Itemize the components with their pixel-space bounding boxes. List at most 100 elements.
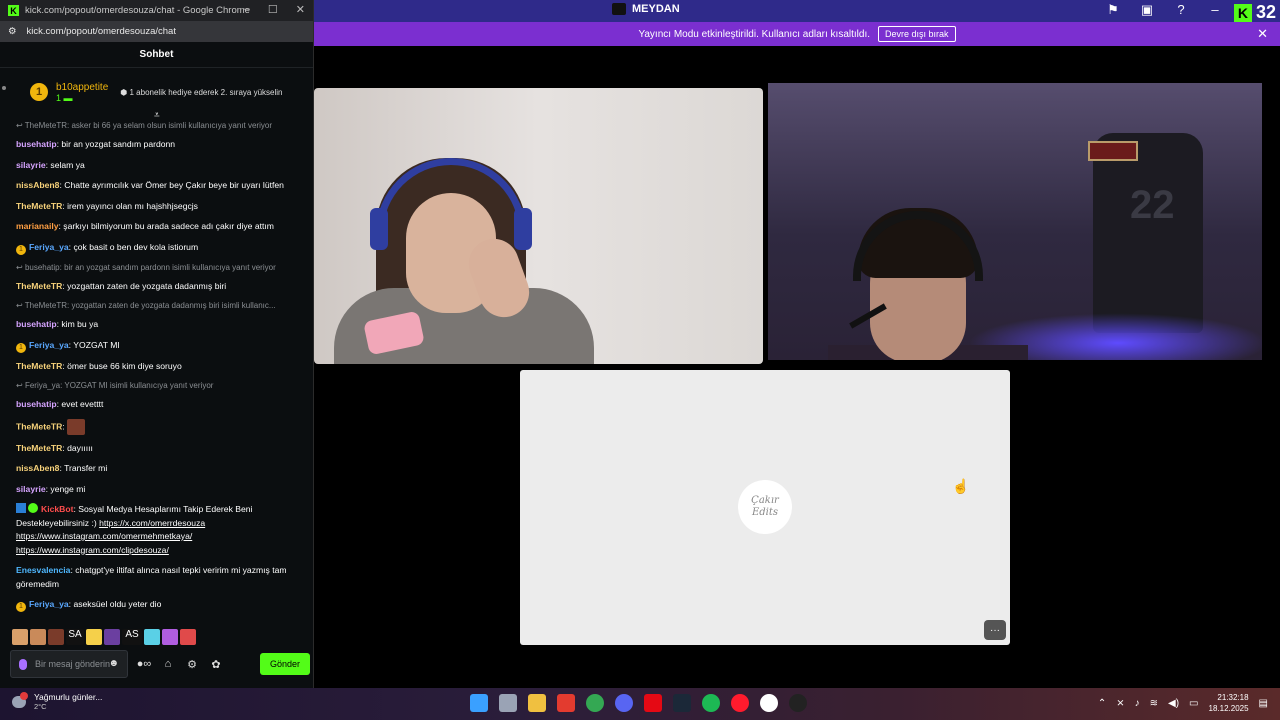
chat-input[interactable]: Bir mesaj gönderin ☻ bbox=[10, 650, 128, 678]
emote-icon[interactable] bbox=[12, 629, 28, 645]
network-off-icon[interactable]: ⨯ bbox=[1116, 698, 1124, 709]
headset-band bbox=[853, 211, 983, 281]
picture-in-picture-icon[interactable]: ▣ bbox=[1138, 2, 1156, 18]
chat-message: silayrie: yenge mi bbox=[16, 483, 86, 494]
site-settings-icon[interactable]: ⚙ bbox=[8, 26, 17, 37]
chat-message: busehatip: evet evetttt bbox=[16, 399, 104, 409]
chat-username[interactable]: busehatip bbox=[16, 319, 57, 329]
dot-icon bbox=[2, 86, 6, 90]
instagram-clip-link[interactable]: https://www.instagram.com/clipdesouza/ bbox=[16, 545, 169, 555]
chat-username[interactable]: TheMeteTR bbox=[16, 361, 62, 371]
opera-icon[interactable] bbox=[731, 694, 749, 712]
minimize-icon[interactable]: – bbox=[1206, 2, 1224, 18]
mic-icon[interactable]: ♪ bbox=[1135, 698, 1140, 709]
start-icon[interactable] bbox=[470, 694, 488, 712]
emote-icon[interactable] bbox=[104, 629, 120, 645]
chat-message: TheMeteTR: yozgattan zaten de yozgata da… bbox=[16, 280, 227, 291]
emote-icon[interactable] bbox=[30, 629, 46, 645]
chat-username[interactable]: silayrie bbox=[16, 160, 46, 170]
chevron-up-icon[interactable]: ⌃ bbox=[1098, 698, 1106, 709]
spotify-icon[interactable] bbox=[702, 694, 720, 712]
maximize-icon[interactable]: ☐ bbox=[268, 3, 278, 16]
chat-username[interactable]: Feriya_ya bbox=[29, 242, 69, 252]
emote-icon[interactable]: AS bbox=[122, 629, 142, 645]
store-icon[interactable]: ⌂ bbox=[160, 658, 176, 670]
notification-icon[interactable]: ▤ bbox=[1259, 698, 1268, 709]
chat-username[interactable]: Enesvalencia bbox=[16, 565, 70, 575]
battery-icon[interactable]: ▭ bbox=[1189, 698, 1198, 709]
gift-goal[interactable]: ⬢ 1 abonelik hediye ederek 2. sıraya yük… bbox=[120, 88, 282, 97]
reply-context: ↩ busehatip: bir an yozgat sandım pardon… bbox=[0, 262, 314, 273]
emote-icon[interactable] bbox=[86, 629, 102, 645]
yandex-icon[interactable] bbox=[760, 694, 778, 712]
weather-widget[interactable]: Yağmurlu günler... 2°C bbox=[12, 691, 102, 711]
address-bar[interactable]: ⚙ kick.com/popout/omerdesouza/chat bbox=[0, 21, 313, 42]
chat-message: busehatip: bir an yozgat sandım pardonn bbox=[16, 139, 176, 149]
jersey-number: 22 bbox=[1130, 183, 1175, 227]
clock[interactable]: 21:32:18 18.12.2025 bbox=[1209, 692, 1249, 714]
reply-icon: ↩ bbox=[16, 301, 25, 310]
gear-icon[interactable]: ⚙ bbox=[184, 658, 200, 671]
chat-username[interactable]: TheMeteTR bbox=[16, 281, 62, 291]
chat-message: 1 Feriya_ya: aseksüel oldu yeter dio bbox=[0, 598, 314, 612]
mic-icon[interactable] bbox=[19, 658, 27, 670]
chat-message: TheMeteTR: irem yayıncı olan mı hajshhjs… bbox=[16, 200, 198, 211]
weather-temp: 2°C bbox=[34, 702, 47, 711]
chat-username[interactable]: silayrie bbox=[16, 484, 46, 494]
netflix-icon[interactable] bbox=[644, 694, 662, 712]
chat-username[interactable]: Feriya_ya bbox=[29, 599, 69, 609]
chat-text: aseksüel oldu yeter dio bbox=[73, 599, 162, 609]
chat-username[interactable]: KickBot bbox=[41, 504, 73, 514]
chat-username[interactable]: TheMeteTR bbox=[16, 201, 62, 211]
chat-username[interactable]: busehatip bbox=[16, 399, 57, 409]
disable-streamer-mode-button[interactable]: Devre dışı bırak bbox=[878, 26, 956, 42]
task-view-icon[interactable] bbox=[499, 694, 517, 712]
app-icon[interactable] bbox=[789, 694, 807, 712]
chrome-icon[interactable] bbox=[586, 694, 604, 712]
emote-icon[interactable] bbox=[48, 629, 64, 645]
chat-username[interactable]: Feriya_ya bbox=[29, 340, 69, 350]
chat-text: kim bu ya bbox=[61, 319, 99, 329]
window-title: kick.com/popout/omerdesouza/chat - Googl… bbox=[25, 5, 250, 16]
chat-username[interactable]: nissAben8 bbox=[16, 180, 59, 190]
emote-icon[interactable]: SA bbox=[66, 629, 84, 645]
glasses-icon[interactable]: ●∞ bbox=[136, 658, 152, 670]
chat-username[interactable]: TheMeteTR bbox=[16, 421, 62, 431]
file-explorer-icon[interactable] bbox=[528, 694, 546, 712]
wifi-icon[interactable]: ≋ bbox=[1150, 698, 1158, 709]
gift-icon[interactable]: ✿ bbox=[208, 658, 224, 671]
emoji-icon[interactable]: ☻ bbox=[108, 659, 119, 669]
chat-username[interactable]: nissAben8 bbox=[16, 463, 59, 473]
vpn-icon[interactable] bbox=[557, 694, 575, 712]
emote-icon[interactable] bbox=[144, 629, 160, 645]
viewer-count-badge: K 32 bbox=[1233, 2, 1276, 23]
chat-username[interactable]: busehatip bbox=[16, 139, 57, 149]
camera-feed-2: 22 bbox=[768, 83, 1262, 360]
chat-username[interactable]: marianaily bbox=[16, 221, 59, 231]
x-link[interactable]: https://x.com/omerrdesouza bbox=[99, 518, 205, 528]
steam-icon[interactable] bbox=[673, 694, 691, 712]
reply-text: TheMeteTR: asker bi 66 ya selam olsun is… bbox=[24, 121, 272, 130]
volume-icon[interactable]: ◀) bbox=[1168, 698, 1179, 709]
close-icon[interactable]: ✕ bbox=[296, 3, 305, 16]
chat-text: irem yayıncı olan mı hajshhjsegcjs bbox=[67, 200, 198, 211]
send-button[interactable]: Gönder bbox=[260, 653, 310, 675]
pinned-user[interactable]: b10appetite 1 ▬ bbox=[56, 82, 108, 103]
close-icon[interactable]: ✕ bbox=[1257, 26, 1268, 42]
emote-icon[interactable] bbox=[162, 629, 178, 645]
screen-share-tile[interactable]: Çakır Edits ☝ ··· bbox=[520, 370, 1010, 645]
chat-text: Chatte ayrımcılık var Ömer bey Çakır bey… bbox=[64, 180, 284, 190]
minimize-icon[interactable]: – bbox=[244, 3, 250, 16]
more-options-button[interactable]: ··· bbox=[984, 620, 1006, 640]
pinned-username[interactable]: b10appetite bbox=[56, 82, 108, 93]
taskbar-apps bbox=[470, 694, 807, 712]
sub-badge-icon: 1 bbox=[30, 83, 48, 101]
emote-icon[interactable] bbox=[180, 629, 196, 645]
instagram-link[interactable]: https://www.instagram.com/omermehmetkaya… bbox=[16, 531, 192, 541]
help-icon[interactable]: ? bbox=[1172, 2, 1190, 18]
flag-icon[interactable]: ⚑ bbox=[1104, 2, 1122, 18]
app-title-text: MEYDAN bbox=[632, 3, 680, 15]
window-buttons: – ☐ ✕ bbox=[244, 3, 305, 16]
discord-icon[interactable] bbox=[615, 694, 633, 712]
chat-username[interactable]: TheMeteTR bbox=[16, 443, 62, 453]
